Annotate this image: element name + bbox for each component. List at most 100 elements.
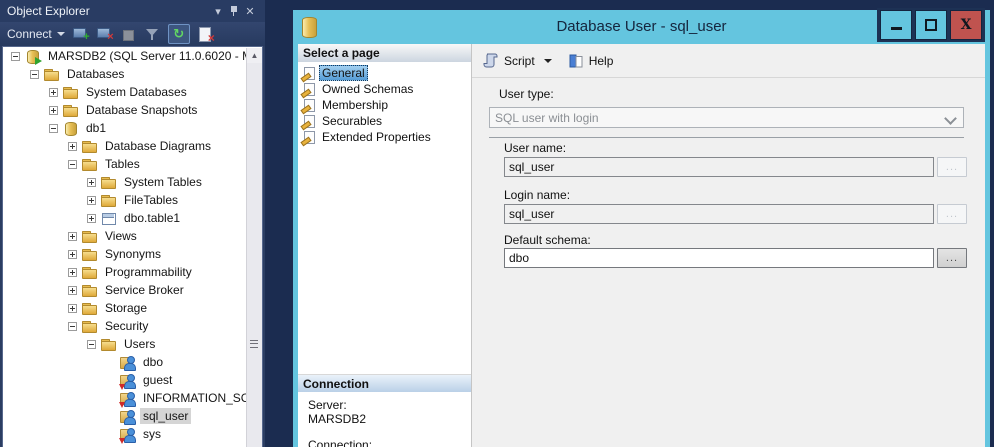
- tree-item-synonyms[interactable]: Synonyms: [3, 245, 262, 263]
- tree-item-label: Programmability: [102, 264, 195, 280]
- tree-item-label: sys: [140, 426, 164, 442]
- tree-item-label: Security: [102, 318, 151, 334]
- expand-icon[interactable]: [49, 106, 58, 115]
- connect-server-icon[interactable]: [72, 26, 89, 42]
- expand-icon[interactable]: [68, 232, 77, 241]
- tree-item-label: Storage: [102, 300, 150, 316]
- disabled-arrow-glyph: [119, 402, 125, 408]
- page-item-securables[interactable]: Securables: [298, 113, 471, 129]
- filter-icon[interactable]: [144, 26, 161, 42]
- dialog-left-pane: Select a page GeneralOwned SchemasMember…: [298, 44, 472, 447]
- tree-item-label: dbo: [140, 354, 166, 370]
- collapse-icon[interactable]: [68, 160, 77, 169]
- close-panel-icon[interactable]: ✕: [242, 3, 258, 19]
- window-buttons: X: [877, 8, 985, 42]
- page-item-owned-schemas[interactable]: Owned Schemas: [298, 81, 471, 97]
- maximize-button[interactable]: [915, 10, 947, 40]
- tree-scrollbar[interactable]: ▲: [246, 48, 262, 447]
- page-item-membership[interactable]: Membership: [298, 97, 471, 113]
- tree-item-label: System Databases: [83, 84, 190, 100]
- user-type-value: SQL user with login: [495, 111, 599, 125]
- tree-item-system-databases[interactable]: System Databases: [3, 83, 262, 101]
- connect-button[interactable]: Connect: [7, 27, 65, 41]
- expand-icon[interactable]: [87, 178, 96, 187]
- user-type-combobox[interactable]: SQL user with login: [489, 107, 964, 128]
- expand-icon[interactable]: [68, 268, 77, 277]
- collapse-icon[interactable]: [49, 124, 58, 133]
- collapse-icon[interactable]: [30, 70, 39, 79]
- tree-item-filetables[interactable]: FileTables: [3, 191, 262, 209]
- collapse-icon[interactable]: [87, 340, 96, 349]
- tree-item-dbo[interactable]: dbo: [3, 353, 262, 371]
- tree-item-marsdb2-sql-server-11-0-6020-marsd[interactable]: MARSDB2 (SQL Server 11.0.6020 - MARSD: [3, 47, 262, 65]
- tree-item-db1[interactable]: db1: [3, 119, 262, 137]
- disconnect-server-icon[interactable]: [96, 26, 113, 42]
- tree-item-label: INFORMATION_SCHEM: [140, 390, 263, 406]
- close-button[interactable]: X: [950, 10, 982, 40]
- tree-item-sql-user[interactable]: sql_user: [3, 407, 262, 425]
- folder-icon: [82, 248, 98, 263]
- help-icon: [568, 54, 584, 68]
- server-value: MARSDB2: [308, 412, 471, 426]
- tree-item-tables[interactable]: Tables: [3, 155, 262, 173]
- tree-item-service-broker[interactable]: Service Broker: [3, 281, 262, 299]
- page-item-extended-properties[interactable]: Extended Properties: [298, 129, 471, 145]
- login-name-field[interactable]: sql_user: [504, 204, 934, 224]
- default-schema-value: dbo: [509, 251, 529, 265]
- tree-item-information-schem[interactable]: INFORMATION_SCHEM: [3, 389, 262, 407]
- tree-item-programmability[interactable]: Programmability: [3, 263, 262, 281]
- page-item-label: Owned Schemas: [319, 82, 416, 96]
- tree-item-label: Views: [102, 228, 140, 244]
- tree-item-storage[interactable]: Storage: [3, 299, 262, 317]
- stop-script-icon[interactable]: [197, 26, 214, 42]
- refresh-icon[interactable]: ↻: [168, 24, 190, 44]
- tree-item-databases[interactable]: Databases: [3, 65, 262, 83]
- pin-icon[interactable]: [226, 3, 242, 19]
- object-explorer-titlebar[interactable]: Object Explorer ▾ ✕: [0, 0, 265, 22]
- object-explorer-tree[interactable]: MARSDB2 (SQL Server 11.0.6020 - MARSDDat…: [2, 46, 263, 447]
- tree-item-label: Service Broker: [102, 282, 187, 298]
- tree-item-database-diagrams[interactable]: Database Diagrams: [3, 137, 262, 155]
- tree-item-dbo-table1[interactable]: dbo.table1: [3, 209, 262, 227]
- form-separator: [489, 137, 964, 138]
- default-schema-field[interactable]: dbo: [504, 248, 934, 268]
- tree-item-system-tables[interactable]: System Tables: [3, 173, 262, 191]
- disabled-arrow-glyph: [119, 438, 125, 444]
- expand-icon[interactable]: [87, 214, 96, 223]
- user-name-field[interactable]: sql_user: [504, 157, 934, 177]
- table-icon: [101, 211, 117, 226]
- expand-icon[interactable]: [68, 142, 77, 151]
- minimize-button[interactable]: [880, 10, 912, 40]
- scrollbar-grip[interactable]: [250, 340, 258, 348]
- dialog-body: Select a page GeneralOwned SchemasMember…: [298, 44, 985, 447]
- expand-icon[interactable]: [68, 304, 77, 313]
- window-position-icon[interactable]: ▾: [210, 3, 226, 19]
- default-schema-browse-button[interactable]: ...: [937, 248, 967, 268]
- page-item-general[interactable]: General: [298, 65, 471, 81]
- tree-item-label: dbo.table1: [121, 210, 183, 226]
- tree-item-users[interactable]: Users: [3, 335, 262, 353]
- user-icon: [120, 409, 136, 424]
- tree-item-sys[interactable]: sys: [3, 425, 262, 443]
- expand-icon[interactable]: [87, 196, 96, 205]
- default-schema-label: Default schema:: [504, 233, 591, 247]
- folder-icon: [101, 176, 117, 191]
- help-button[interactable]: Help: [568, 54, 614, 68]
- person-body-glyph: [124, 381, 136, 389]
- scrollbar-up-icon[interactable]: ▲: [247, 48, 262, 63]
- tree-item-security[interactable]: Security: [3, 317, 262, 335]
- tree-item-views[interactable]: Views: [3, 227, 262, 245]
- collapse-icon[interactable]: [68, 322, 77, 331]
- user-disabled-icon: [120, 373, 136, 388]
- user-type-label: User type:: [499, 87, 554, 101]
- connect-dropdown-icon: [57, 32, 65, 36]
- tree-item-guest[interactable]: guest: [3, 371, 262, 389]
- expand-icon[interactable]: [68, 286, 77, 295]
- tree-item-database-snapshots[interactable]: Database Snapshots: [3, 101, 262, 119]
- tree-item-label: Databases: [64, 66, 127, 82]
- expand-icon[interactable]: [49, 88, 58, 97]
- collapse-icon[interactable]: [11, 52, 20, 61]
- script-label: Script: [504, 54, 535, 68]
- expand-icon[interactable]: [68, 250, 77, 259]
- script-button[interactable]: Script: [483, 53, 552, 68]
